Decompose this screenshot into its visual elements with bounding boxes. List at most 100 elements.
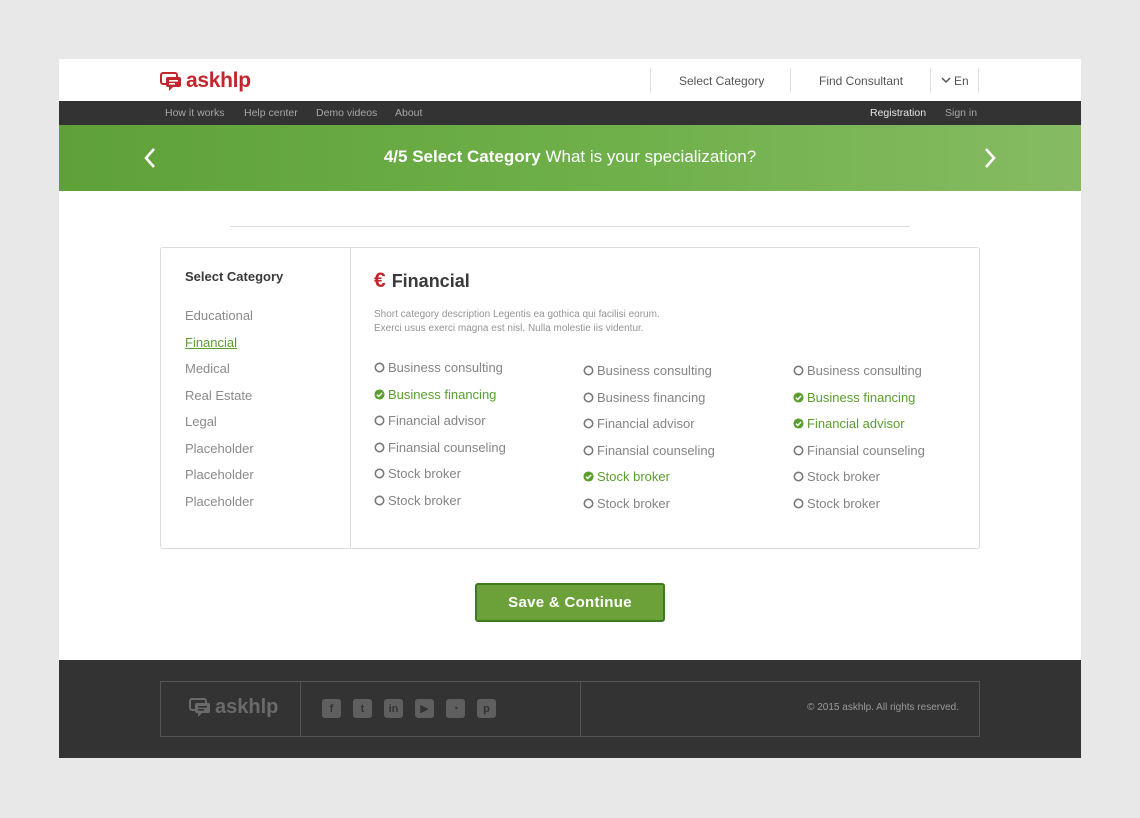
- circle-icon: [374, 495, 385, 506]
- option-label: Stock broker: [597, 469, 670, 485]
- specialization-checkbox[interactable]: Finansial counseling: [583, 443, 715, 458]
- step-banner: 4/5 Select Category What is your special…: [59, 125, 1081, 191]
- option-label: Business consulting: [807, 363, 922, 378]
- footer: askhlp f t in ▶ ◔ p © 2015 askhlp. All r…: [59, 660, 1081, 758]
- specialization-checkbox[interactable]: Stock broker: [374, 466, 461, 481]
- specialization-checkbox[interactable]: Finansial counseling: [793, 443, 925, 458]
- footer-logo[interactable]: askhlp: [189, 696, 278, 719]
- description-line: Exerci usus exerci magna est nisl. Nulla…: [374, 323, 644, 334]
- pinterest-icon[interactable]: p: [477, 699, 496, 718]
- euro-icon: €: [374, 269, 386, 292]
- top-header: askhlp Select Category Find Consultant E…: [59, 59, 1081, 101]
- twitter-icon[interactable]: t: [353, 699, 372, 718]
- page: askhlp Select Category Find Consultant E…: [59, 59, 1081, 758]
- specialization-checkbox[interactable]: Financial advisor: [374, 413, 486, 428]
- circle-icon: [583, 445, 594, 456]
- specialization-checkbox[interactable]: Stock broker: [583, 469, 670, 484]
- sidebar-item-medical[interactable]: Medical: [185, 361, 230, 376]
- specialization-checkbox[interactable]: Stock broker: [793, 496, 880, 511]
- footer-logo-text: askhlp: [215, 696, 279, 718]
- language-label: En: [954, 73, 969, 88]
- subnav-how-it-works[interactable]: How it works: [165, 107, 225, 119]
- option-label: Stock broker: [388, 493, 461, 508]
- option-label: Business financing: [807, 389, 916, 405]
- footer-box: askhlp f t in ▶ ◔ p © 2015 askhlp. All r…: [160, 681, 980, 737]
- copyright-text: 2015 askhlp. All rights reserved.: [817, 702, 959, 713]
- youtube-icon[interactable]: ▶: [415, 699, 434, 718]
- circle-icon: [583, 392, 594, 403]
- category-heading: € Financial: [374, 269, 470, 293]
- circle-icon: [374, 442, 385, 453]
- language-selector[interactable]: En: [941, 68, 969, 93]
- specialization-checkbox[interactable]: Business financing: [374, 387, 496, 402]
- sidebar-item-educational[interactable]: Educational: [185, 308, 253, 323]
- specialization-checkbox[interactable]: Stock broker: [793, 469, 880, 484]
- circle-icon: [374, 362, 385, 373]
- category-card: Select Category Educational Financial Me…: [160, 247, 980, 549]
- copyright: © 2015 askhlp. All rights reserved.: [807, 702, 959, 713]
- circle-icon: [583, 365, 594, 376]
- card-divider: [350, 248, 351, 548]
- category-description: Short category description Legentis ea g…: [374, 308, 660, 336]
- option-label: Business consulting: [388, 360, 503, 375]
- subnav-demo-videos[interactable]: Demo videos: [316, 107, 377, 119]
- registration-link[interactable]: Registration: [870, 107, 926, 119]
- option-label: Stock broker: [597, 496, 670, 511]
- option-label: Financial advisor: [807, 416, 905, 432]
- description-line: Short category description Legentis ea g…: [374, 309, 660, 320]
- option-label: Finansial counseling: [388, 439, 506, 455]
- footer-divider: [580, 682, 581, 736]
- check-circle-icon: [583, 471, 594, 482]
- divider-line: [230, 226, 910, 227]
- rss-icon[interactable]: ◔: [446, 699, 465, 718]
- save-continue-button[interactable]: Save & Continue: [475, 583, 665, 622]
- header-divider: [978, 68, 979, 93]
- sidebar-item-placeholder[interactable]: Placeholder: [185, 467, 254, 482]
- linkedin-icon[interactable]: in: [384, 699, 403, 718]
- option-label: Finansial counseling: [807, 442, 925, 458]
- option-label: Business financing: [597, 389, 706, 405]
- option-label: Financial advisor: [388, 413, 486, 429]
- specialization-checkbox[interactable]: Business consulting: [374, 360, 503, 375]
- banner-title: 4/5 Select Category What is your special…: [59, 147, 1081, 167]
- circle-icon: [583, 498, 594, 509]
- specialization-checkbox[interactable]: Financial advisor: [583, 416, 695, 431]
- nav-find-consultant[interactable]: Find Consultant: [819, 68, 903, 93]
- chat-bubble-icon: [160, 71, 181, 91]
- sidebar-item-legal[interactable]: Legal: [185, 414, 217, 429]
- check-circle-icon: [793, 392, 804, 403]
- sub-navigation: How it works Help center Demo videos Abo…: [59, 101, 1081, 125]
- specialization-checkbox[interactable]: Stock broker: [583, 496, 670, 511]
- specialization-checkbox[interactable]: Business consulting: [793, 363, 922, 378]
- sign-in-link[interactable]: Sign in: [945, 107, 977, 119]
- circle-icon: [374, 468, 385, 479]
- specialization-checkbox[interactable]: Stock broker: [374, 493, 461, 508]
- specialization-checkbox[interactable]: Finansial counseling: [374, 440, 506, 455]
- step-question: What is your specialization?: [545, 147, 757, 166]
- specialization-checkbox[interactable]: Business financing: [583, 390, 705, 405]
- chat-bubble-icon: [189, 698, 210, 717]
- header-divider: [790, 68, 791, 93]
- header-divider: [930, 68, 931, 93]
- specialization-checkbox[interactable]: Business financing: [793, 390, 915, 405]
- footer-divider: [300, 682, 301, 736]
- sidebar-item-financial[interactable]: Financial: [185, 335, 237, 350]
- circle-icon: [374, 415, 385, 426]
- category-name: Financial: [391, 270, 470, 291]
- option-label: Finansial counseling: [597, 442, 715, 458]
- option-label: Business financing: [388, 386, 497, 402]
- logo[interactable]: askhlp: [160, 69, 251, 93]
- facebook-icon[interactable]: f: [322, 699, 341, 718]
- subnav-about[interactable]: About: [395, 107, 422, 119]
- subnav-help-center[interactable]: Help center: [244, 107, 298, 119]
- sidebar-item-placeholder[interactable]: Placeholder: [185, 441, 254, 456]
- specialization-checkbox[interactable]: Business consulting: [583, 363, 712, 378]
- circle-icon: [793, 498, 804, 509]
- specialization-checkbox[interactable]: Financial advisor: [793, 416, 905, 431]
- sidebar-item-real-estate[interactable]: Real Estate: [185, 388, 252, 403]
- chevron-right-icon[interactable]: [978, 145, 1002, 171]
- check-circle-icon: [793, 418, 804, 429]
- circle-icon: [583, 418, 594, 429]
- nav-select-category[interactable]: Select Category: [679, 68, 764, 93]
- sidebar-item-placeholder[interactable]: Placeholder: [185, 494, 254, 509]
